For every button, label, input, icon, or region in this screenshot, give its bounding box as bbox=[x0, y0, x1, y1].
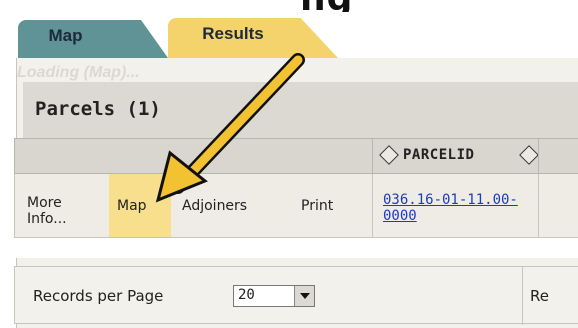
records-truncated-label: Re bbox=[530, 287, 549, 305]
records-divider bbox=[522, 267, 523, 325]
header-divider bbox=[372, 139, 373, 175]
top-heading-fragment: ng bbox=[0, 0, 578, 12]
title-bar: Parcels (1) bbox=[23, 82, 578, 140]
tab-bar: Map Results bbox=[0, 18, 578, 58]
print-link[interactable]: Print bbox=[301, 198, 333, 214]
results-table: PARCELID More Info... Map Adjoiners Prin… bbox=[14, 138, 578, 258]
sort-descending-icon[interactable] bbox=[519, 145, 539, 165]
column-header-parcelid[interactable]: PARCELID bbox=[403, 147, 474, 163]
map-link-label: Map bbox=[117, 198, 147, 214]
chevron-down-icon[interactable] bbox=[294, 286, 314, 306]
page-title: Parcels (1) bbox=[35, 98, 161, 120]
table-header: PARCELID bbox=[14, 138, 578, 175]
row-divider-right bbox=[538, 174, 539, 238]
records-per-page-select[interactable]: 20 bbox=[233, 285, 315, 307]
adjoiners-link[interactable]: Adjoiners bbox=[182, 198, 247, 214]
records-per-page-bar: Records per Page 20 Re bbox=[14, 266, 578, 325]
header-divider-right bbox=[538, 139, 539, 175]
records-per-page-label: Records per Page bbox=[33, 287, 164, 305]
more-info-link[interactable]: More Info... bbox=[27, 195, 83, 227]
tab-results[interactable]: Results bbox=[168, 18, 338, 58]
tab-map[interactable]: Map bbox=[18, 20, 168, 58]
sort-ascending-icon[interactable] bbox=[379, 145, 399, 165]
table-row: More Info... Map Adjoiners Print 036.16-… bbox=[14, 174, 578, 238]
records-per-page-value: 20 bbox=[238, 287, 255, 303]
loading-text: Loading (Map)... bbox=[17, 64, 140, 81]
top-heading-text: ng bbox=[300, 0, 353, 12]
parcel-id-link[interactable]: 036.16-01-11.00-0000 bbox=[383, 192, 523, 224]
row-divider bbox=[372, 174, 373, 238]
map-link[interactable]: Map bbox=[109, 174, 171, 237]
